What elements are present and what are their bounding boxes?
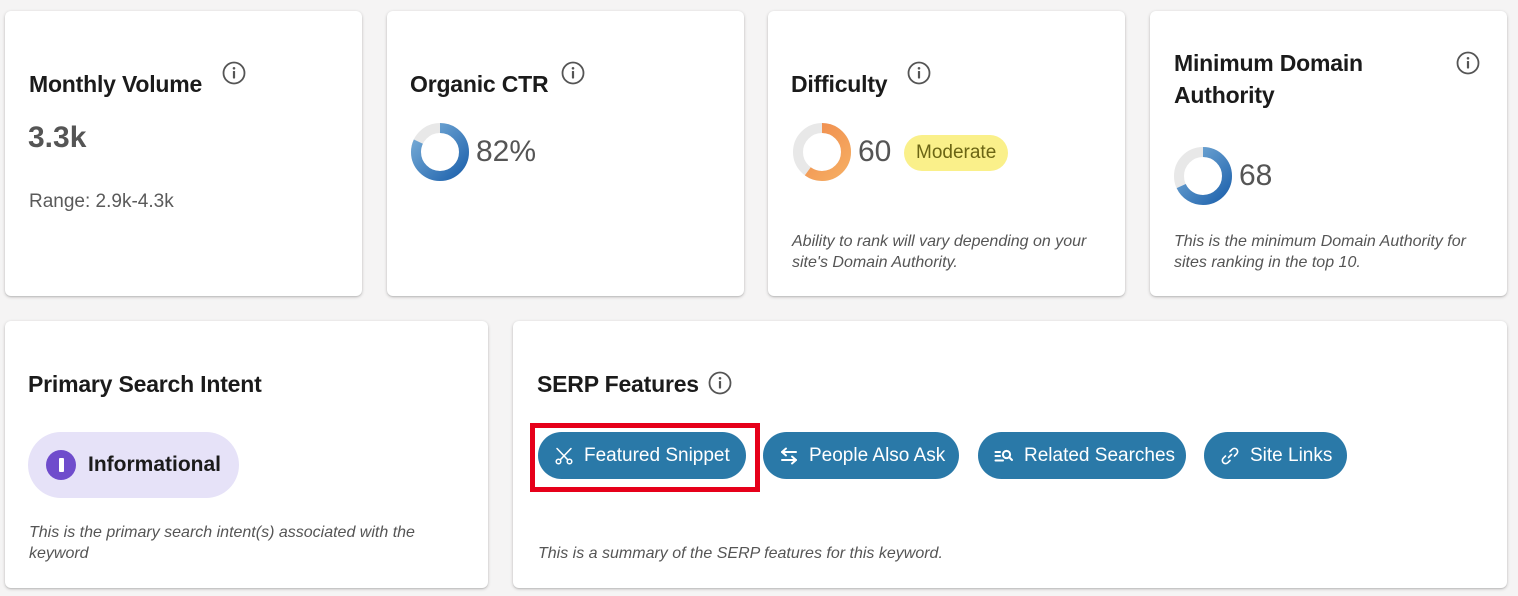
organic-ctr-value: 82% bbox=[476, 135, 537, 168]
min-domain-authority-value: 68 bbox=[1239, 159, 1273, 192]
info-icon[interactable] bbox=[708, 371, 732, 395]
difficulty-title: Difficulty bbox=[791, 71, 888, 97]
list-search-icon bbox=[994, 446, 1014, 466]
info-icon[interactable] bbox=[1456, 51, 1480, 75]
primary-search-intent-title: Primary Search Intent bbox=[28, 371, 262, 397]
organic-ctr-title: Organic CTR bbox=[410, 71, 549, 97]
info-icon[interactable] bbox=[907, 61, 931, 85]
difficulty-card: Difficulty 60 Moderate Ability to rank w… bbox=[768, 11, 1125, 296]
serp-features-title: SERP Features bbox=[537, 371, 699, 397]
difficulty-donut bbox=[792, 122, 852, 182]
monthly-volume-value: 3.3k bbox=[28, 121, 87, 154]
organic-ctr-card: Organic CTR 82% bbox=[387, 11, 744, 296]
intent-badge-informational: Informational bbox=[28, 432, 240, 498]
info-i-icon bbox=[46, 450, 76, 480]
difficulty-value: 60 bbox=[858, 135, 892, 168]
serp-features-card: SERP Features Featured Snippet People Al… bbox=[513, 321, 1507, 588]
min-domain-authority-title: Minimum Domain Authority bbox=[1174, 50, 1363, 108]
min-domain-authority-card: Minimum Domain Authority 68 This is the … bbox=[1150, 11, 1507, 296]
serp-chip-label: Featured Snippet bbox=[584, 444, 730, 466]
arrows-swap-icon bbox=[779, 446, 799, 466]
info-icon[interactable] bbox=[222, 61, 246, 85]
serp-chip-label: People Also Ask bbox=[809, 444, 946, 466]
monthly-volume-card: Monthly Volume 3.3k Range: 2.9k-4.3k bbox=[5, 11, 362, 296]
info-icon[interactable] bbox=[561, 61, 585, 85]
donut-svg bbox=[411, 123, 469, 181]
min-domain-authority-donut bbox=[1173, 146, 1233, 206]
serp-chip-related-searches[interactable]: Related Searches bbox=[978, 432, 1186, 479]
serp-chip-label: Related Searches bbox=[1024, 444, 1176, 466]
difficulty-description: Ability to rank will vary depending on y… bbox=[792, 233, 1087, 271]
difficulty-level-badge: Moderate bbox=[904, 135, 1009, 171]
donut-svg bbox=[793, 123, 851, 181]
serp-features-description: This is a summary of the SERP features f… bbox=[538, 545, 943, 562]
serp-chip-featured-snippet[interactable]: Featured Snippet bbox=[538, 432, 746, 479]
primary-search-intent-description: This is the primary search intent(s) ass… bbox=[29, 524, 415, 562]
organic-ctr-donut bbox=[410, 122, 470, 182]
intent-label: Informational bbox=[88, 453, 222, 476]
min-domain-authority-description: This is the minimum Domain Authority for… bbox=[1174, 233, 1466, 271]
scissors-icon bbox=[554, 446, 574, 466]
serp-chip-label: Site Links bbox=[1250, 444, 1333, 466]
primary-search-intent-card: Primary Search Intent Informational This… bbox=[5, 321, 488, 588]
monthly-volume-range: Range: 2.9k-4.3k bbox=[29, 191, 174, 212]
link-icon bbox=[1220, 446, 1240, 466]
donut-svg bbox=[1174, 147, 1232, 205]
serp-chip-people-also-ask[interactable]: People Also Ask bbox=[763, 432, 959, 479]
monthly-volume-title: Monthly Volume bbox=[29, 71, 203, 97]
serp-chip-site-links[interactable]: Site Links bbox=[1204, 432, 1347, 479]
